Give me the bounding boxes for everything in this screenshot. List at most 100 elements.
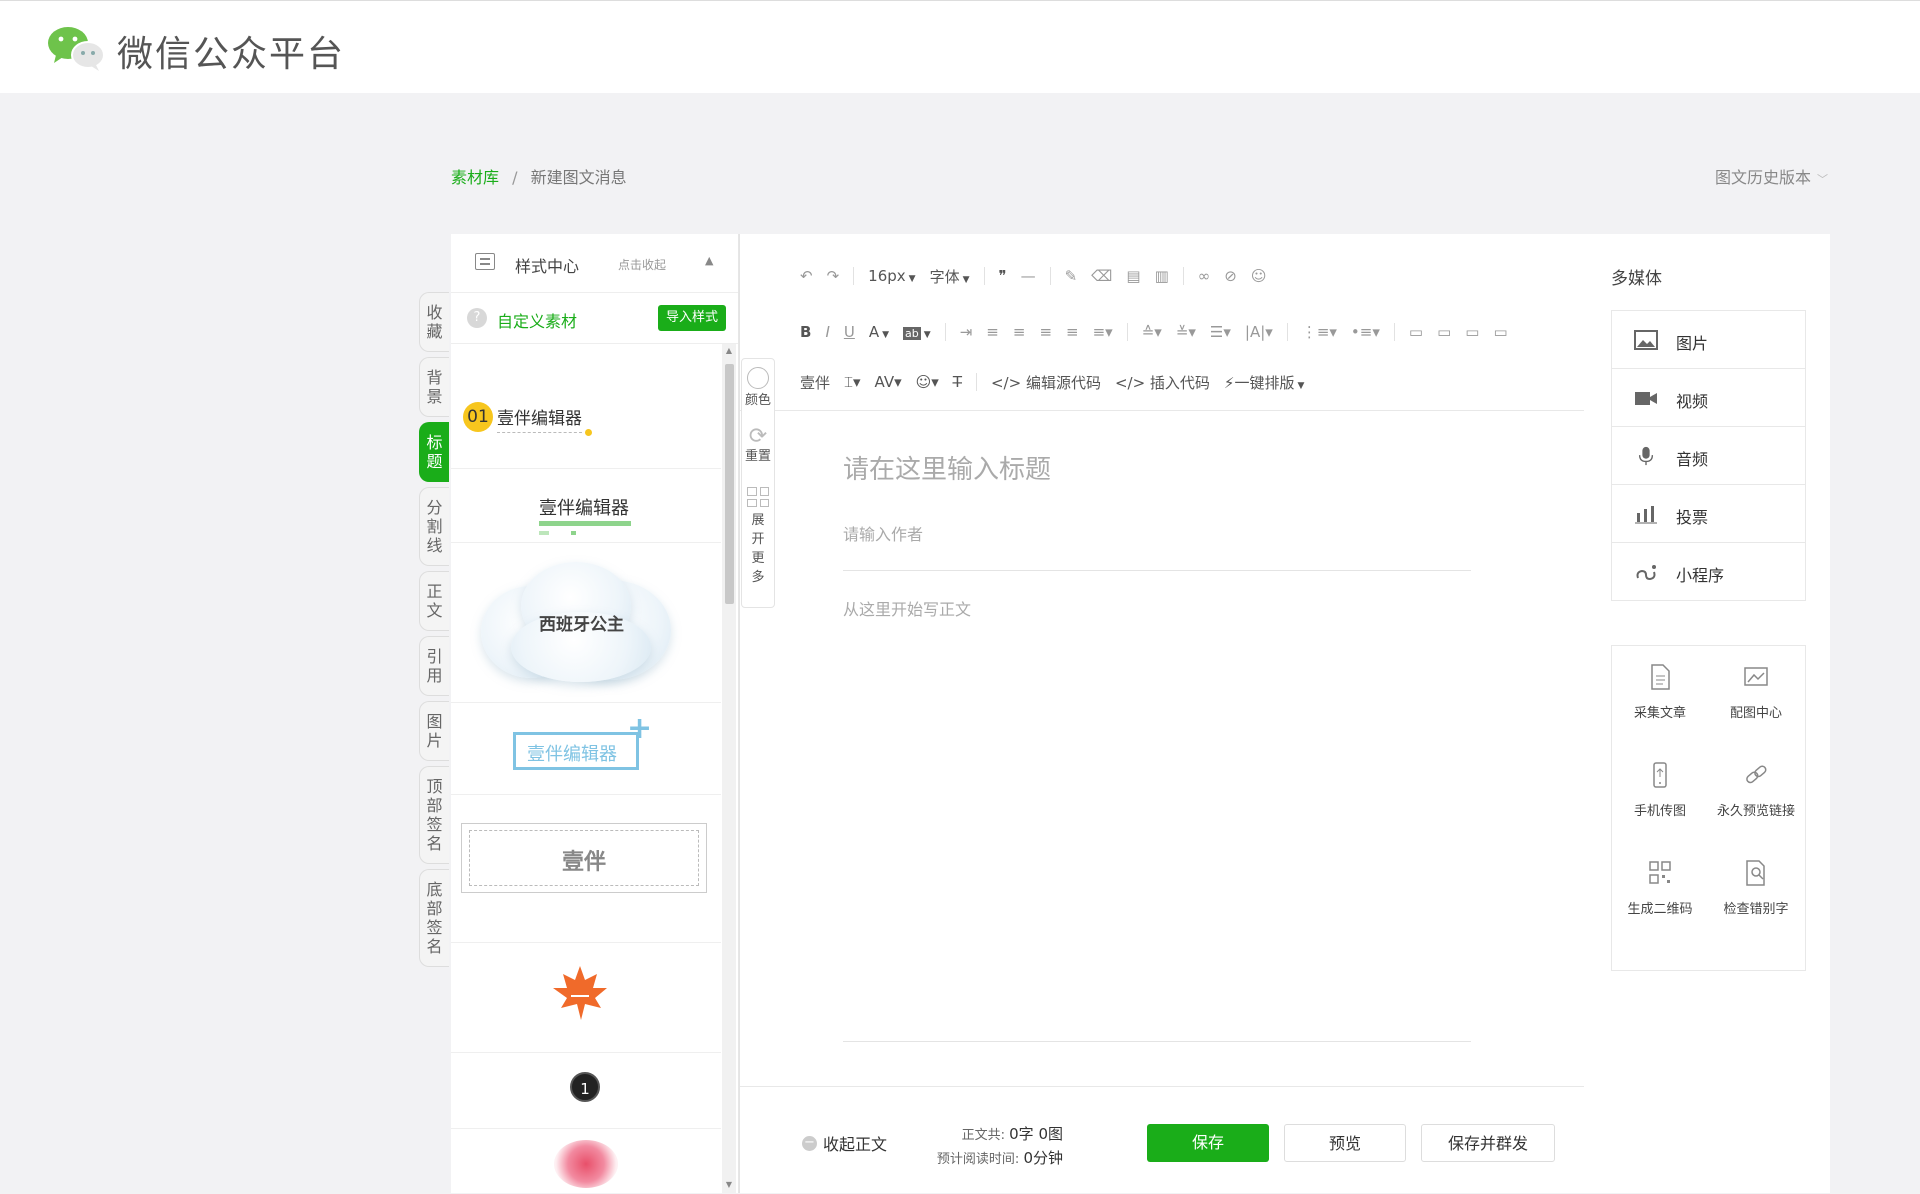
char-spacing-icon[interactable]: AV▾ (875, 373, 902, 391)
style-item-ink-title[interactable] (451, 1128, 721, 1193)
caret-up-icon[interactable]: ▲ (705, 254, 713, 267)
style-item-cloud-title[interactable]: 西班牙公主 (451, 542, 721, 703)
tool-permanent-preview-link[interactable]: 永久预览链接 (1708, 762, 1804, 819)
body-editor[interactable]: 从这里开始写正文 (843, 596, 971, 620)
style-category-tabs: 收藏背景标题分割线正文 引用 图片顶部签名底部签名 (419, 292, 451, 972)
toolbar-divider (983, 267, 985, 285)
emoji-picker-icon[interactable]: ☺▾ (916, 373, 939, 391)
wechat-logo-icon[interactable] (46, 25, 106, 71)
style-category-tab[interactable]: 顶部签名 (419, 766, 449, 864)
insert-code-button[interactable]: </> 插入代码 (1115, 372, 1210, 393)
emoji-icon[interactable]: ☺ (1251, 267, 1267, 285)
one-click-layout-button[interactable]: ⚡一键排版 ▼ (1224, 372, 1304, 393)
edit-source-button[interactable]: </> 编辑源代码 (991, 372, 1101, 393)
underline-button[interactable]: U (844, 323, 855, 341)
format-painter-icon[interactable]: ✎ (1065, 267, 1078, 285)
align-left-icon[interactable]: ≡ (986, 323, 999, 341)
link-icon[interactable]: ∞ (1198, 267, 1211, 285)
mini-program-icon (1636, 565, 1656, 581)
style-category-tab-label: 背景 (426, 368, 443, 406)
save-button[interactable]: 保存 (1147, 1124, 1269, 1162)
style-category-tab-label: 顶部签名 (426, 777, 443, 853)
scrollbar-thumb[interactable] (725, 364, 734, 604)
blockquote-button[interactable]: ❞ (999, 267, 1007, 285)
italic-button[interactable]: I (825, 323, 829, 341)
style-category-tab[interactable]: 引用 (419, 636, 449, 696)
import-style-button[interactable]: 导入样式 (658, 305, 726, 331)
float-center-icon[interactable]: ▭ (1493, 323, 1507, 341)
expand-more-tool[interactable]: 展开更多 (742, 487, 774, 587)
align-center-icon[interactable]: ≡ (1013, 323, 1026, 341)
collapse-link[interactable]: 点击收起 (618, 256, 666, 273)
style-item-underline-title[interactable]: 壹伴编辑器 (451, 468, 721, 543)
media-item-video[interactable]: 视频 (1612, 369, 1805, 427)
breadcrumb-material-library[interactable]: 素材库 (451, 168, 499, 187)
caret-down-icon: ▼ (1297, 380, 1305, 391)
paragraph-spacing-before-icon[interactable]: ≙▾ (1142, 323, 1162, 341)
redo-button[interactable]: ↷ (827, 267, 840, 285)
style-item-frame-title[interactable]: 壹伴编辑器 + (451, 702, 721, 795)
tool-spell-check[interactable]: 检查错别字 (1708, 860, 1804, 917)
custom-material-link[interactable]: 自定义素材 (497, 308, 577, 332)
media-item-audio[interactable]: 音频 (1612, 427, 1805, 485)
reset-tool[interactable]: ⟳ 重置 (742, 425, 774, 465)
paste-plain-icon[interactable]: ▤ (1126, 267, 1140, 285)
tool-generate-qrcode[interactable]: 生成二维码 (1612, 860, 1708, 917)
style-category-tab[interactable]: 分割线 (419, 487, 449, 566)
scroll-down-arrow-icon[interactable]: ▼ (723, 1180, 735, 1189)
font-color-button[interactable]: A ▼ (869, 323, 889, 341)
yiban-menu[interactable]: 壹伴 (800, 372, 830, 393)
preview-button[interactable]: 预览 (1284, 1124, 1406, 1162)
caret-down-icon: ▼ (908, 274, 916, 284)
media-item-image[interactable]: 图片 (1612, 311, 1805, 369)
font-size-select[interactable]: 16px ▼ (868, 267, 915, 285)
letter-spacing-icon[interactable]: |A|▾ (1245, 323, 1273, 341)
style-category-tab[interactable]: 图片 (419, 701, 449, 761)
float-none-icon[interactable]: ▭ (1437, 323, 1451, 341)
history-versions-dropdown[interactable]: 图文历史版本 ﹀ (1715, 164, 1828, 188)
style-item-circle-number[interactable]: 1 (451, 1052, 721, 1129)
undo-button[interactable]: ↶ (800, 267, 813, 285)
media-item-mini-program[interactable]: 小程序 (1612, 543, 1805, 600)
indent-icon[interactable]: ⇥ (960, 323, 973, 341)
align-more-icon[interactable]: ≡▾ (1093, 323, 1113, 341)
highlight-color-button[interactable]: ab ▼ (903, 323, 931, 341)
paste-format-icon[interactable]: ▥ (1155, 267, 1169, 285)
color-tool[interactable]: 颜色 (742, 367, 774, 409)
bold-button[interactable]: B (800, 323, 811, 341)
strikethrough-icon[interactable]: T̶ (953, 373, 962, 391)
align-justify-icon[interactable]: ≡ (1066, 323, 1079, 341)
float-left-icon[interactable]: ▭ (1409, 323, 1423, 341)
style-item-dashed-title[interactable]: 壹伴 (451, 794, 721, 943)
style-item-leaf-title[interactable] (451, 942, 721, 1053)
style-category-tab[interactable]: 正文 (419, 571, 449, 631)
link-icon (1746, 765, 1767, 784)
unordered-list-icon[interactable]: •≡▾ (1351, 323, 1380, 341)
style-category-tab[interactable]: 背景 (419, 357, 449, 417)
style-category-tab[interactable]: 标题 (419, 422, 449, 482)
tool-phone-upload[interactable]: 手机传图 (1612, 762, 1708, 819)
author-input[interactable]: 请输入作者 (843, 521, 923, 545)
style-item-numbered-title[interactable]: 01 壹伴编辑器 (451, 344, 721, 469)
horizontal-rule-button[interactable]: — (1021, 267, 1036, 285)
help-icon[interactable]: ? (467, 308, 487, 328)
style-category-tab[interactable]: 底部签名 (419, 869, 449, 967)
font-family-select[interactable]: 字体 ▼ (930, 266, 970, 287)
unlink-icon[interactable]: ⊘ (1224, 267, 1237, 285)
scroll-up-arrow-icon[interactable]: ▲ (723, 346, 735, 355)
ordered-list-icon[interactable]: ⋮≡▾ (1302, 323, 1337, 341)
line-height-icon[interactable]: ☰▾ (1210, 323, 1231, 341)
title-input[interactable]: 请在这里输入标题 (843, 449, 1051, 486)
align-right-icon[interactable]: ≡ (1039, 323, 1052, 341)
paragraph-spacing-after-icon[interactable]: ≚▾ (1176, 323, 1196, 341)
tool-collect-article[interactable]: 采集文章 (1612, 664, 1708, 721)
tool-picture-center[interactable]: 配图中心 (1708, 664, 1804, 721)
save-and-mass-send-button[interactable]: 保存并群发 (1421, 1124, 1555, 1162)
color-tool-label: 颜色 (744, 393, 771, 408)
media-item-vote[interactable]: 投票 (1612, 485, 1805, 543)
text-height-icon[interactable]: ⌶▾ (844, 373, 861, 391)
style-category-tab[interactable]: 收藏 (419, 292, 449, 352)
float-right-icon[interactable]: ▭ (1465, 323, 1479, 341)
fold-body-button[interactable]: − 收起正文 (802, 1131, 887, 1155)
clear-format-icon[interactable]: ⌫ (1091, 267, 1112, 285)
